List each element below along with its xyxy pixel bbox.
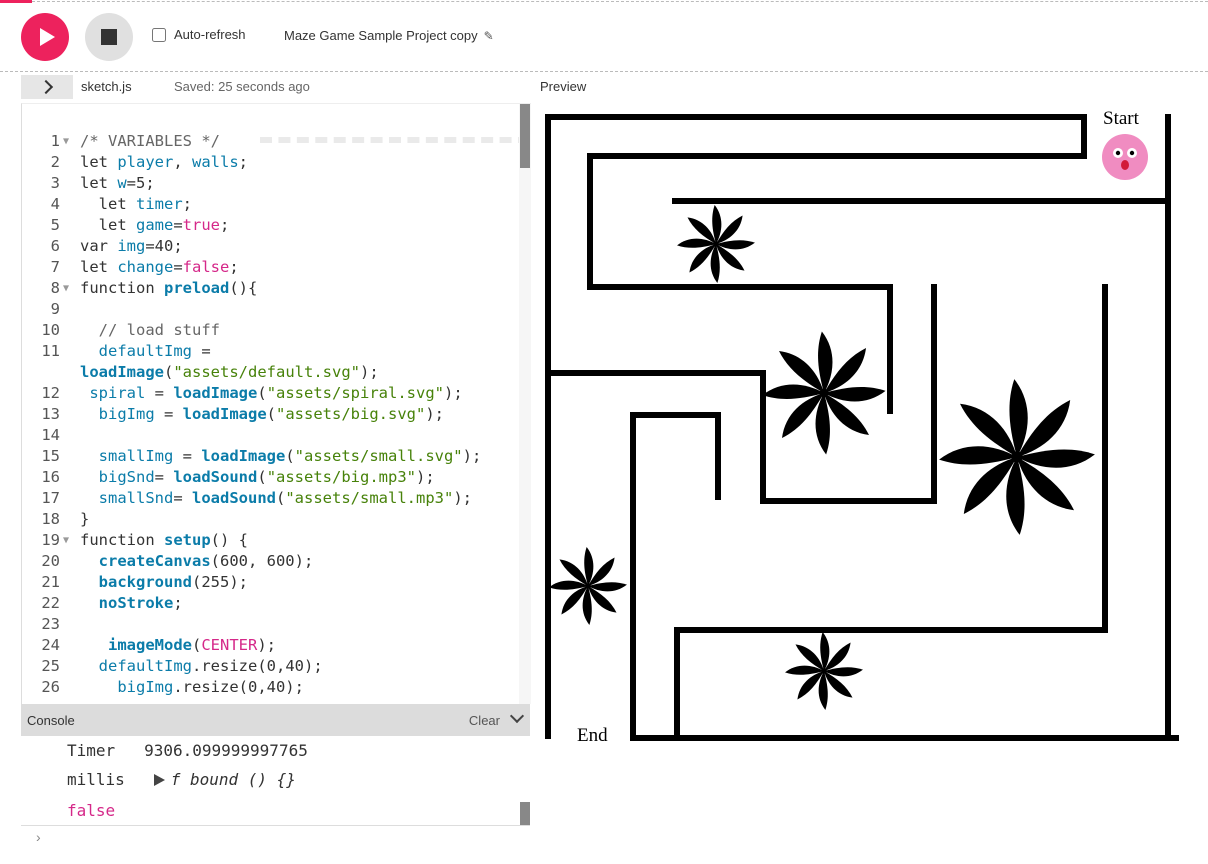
editor-placeholder-dash	[260, 137, 530, 143]
fold-icon[interactable]: ▼	[63, 278, 69, 299]
console-prompt-icon[interactable]: ›	[36, 829, 41, 845]
preview-label: Preview	[540, 79, 587, 94]
stop-button[interactable]	[85, 13, 133, 61]
play-button[interactable]	[21, 13, 69, 61]
toolbar-divider	[0, 71, 1208, 72]
pencil-icon[interactable]: ✎	[484, 29, 494, 43]
fold-icon[interactable]: ▼	[63, 530, 69, 551]
chevron-down-icon[interactable]	[509, 708, 525, 724]
chevron-right-icon	[38, 79, 54, 95]
console-line: Timer 9306.099999997765	[67, 741, 308, 760]
fold-icon[interactable]: ▼	[63, 131, 69, 152]
play-icon	[40, 28, 55, 46]
top-divider	[32, 1, 1208, 2]
player-pupil-left	[1115, 150, 1121, 156]
maze-end-label: End	[577, 725, 608, 746]
spiral-icon	[785, 632, 863, 710]
maze-wall	[630, 412, 1179, 741]
console-header: Console Clear	[21, 704, 530, 736]
code-editor[interactable]: 1 ▼/* VARIABLES */ 2 let player, walls; 3l…	[21, 103, 531, 704]
editor-scrollbar-thumb[interactable]	[520, 104, 530, 168]
file-name[interactable]: sketch.js	[81, 79, 132, 94]
spiral-icon	[762, 331, 886, 455]
console-output: Timer 9306.099999997765 millis f bound (…	[21, 736, 530, 826]
player-face	[1102, 134, 1148, 180]
spiral-icon	[549, 547, 627, 625]
preview-canvas[interactable]: Start End	[540, 103, 1208, 753]
spiral-icon	[677, 205, 755, 283]
project-name[interactable]: Maze Game Sample Project copy ✎	[284, 28, 494, 43]
console-value: f bound () {}	[170, 770, 296, 789]
console-key: millis	[67, 770, 125, 789]
autorefresh-checkbox[interactable]	[152, 27, 166, 42]
saved-status: Saved: 25 seconds ago	[174, 79, 310, 94]
console-line: millis f bound () {}	[67, 770, 296, 789]
console-scrollbar-thumb[interactable]	[520, 802, 530, 826]
sidebar-expand-button[interactable]	[21, 75, 73, 99]
console-clear-button[interactable]: Clear	[469, 713, 500, 728]
project-name-text: Maze Game Sample Project copy	[284, 28, 478, 43]
editor-scrollbar[interactable]	[519, 104, 531, 704]
stop-icon	[101, 29, 117, 45]
player-mouth	[1121, 160, 1129, 170]
spiral-icon	[939, 379, 1095, 535]
autorefresh-toggle[interactable]: Auto-refresh	[152, 27, 246, 42]
console-line: false	[67, 801, 116, 820]
autorefresh-label: Auto-refresh	[174, 27, 246, 42]
player-face-body	[1102, 134, 1148, 180]
maze-start-label: Start	[1103, 108, 1140, 129]
top-accent-bar	[0, 0, 32, 3]
console-divider	[21, 825, 530, 826]
player-pupil-right	[1129, 150, 1135, 156]
console-title: Console	[27, 713, 75, 728]
expand-triangle-icon[interactable]	[153, 774, 165, 786]
console-value: 9306.099999997765	[144, 741, 308, 760]
console-key: Timer	[67, 741, 116, 760]
